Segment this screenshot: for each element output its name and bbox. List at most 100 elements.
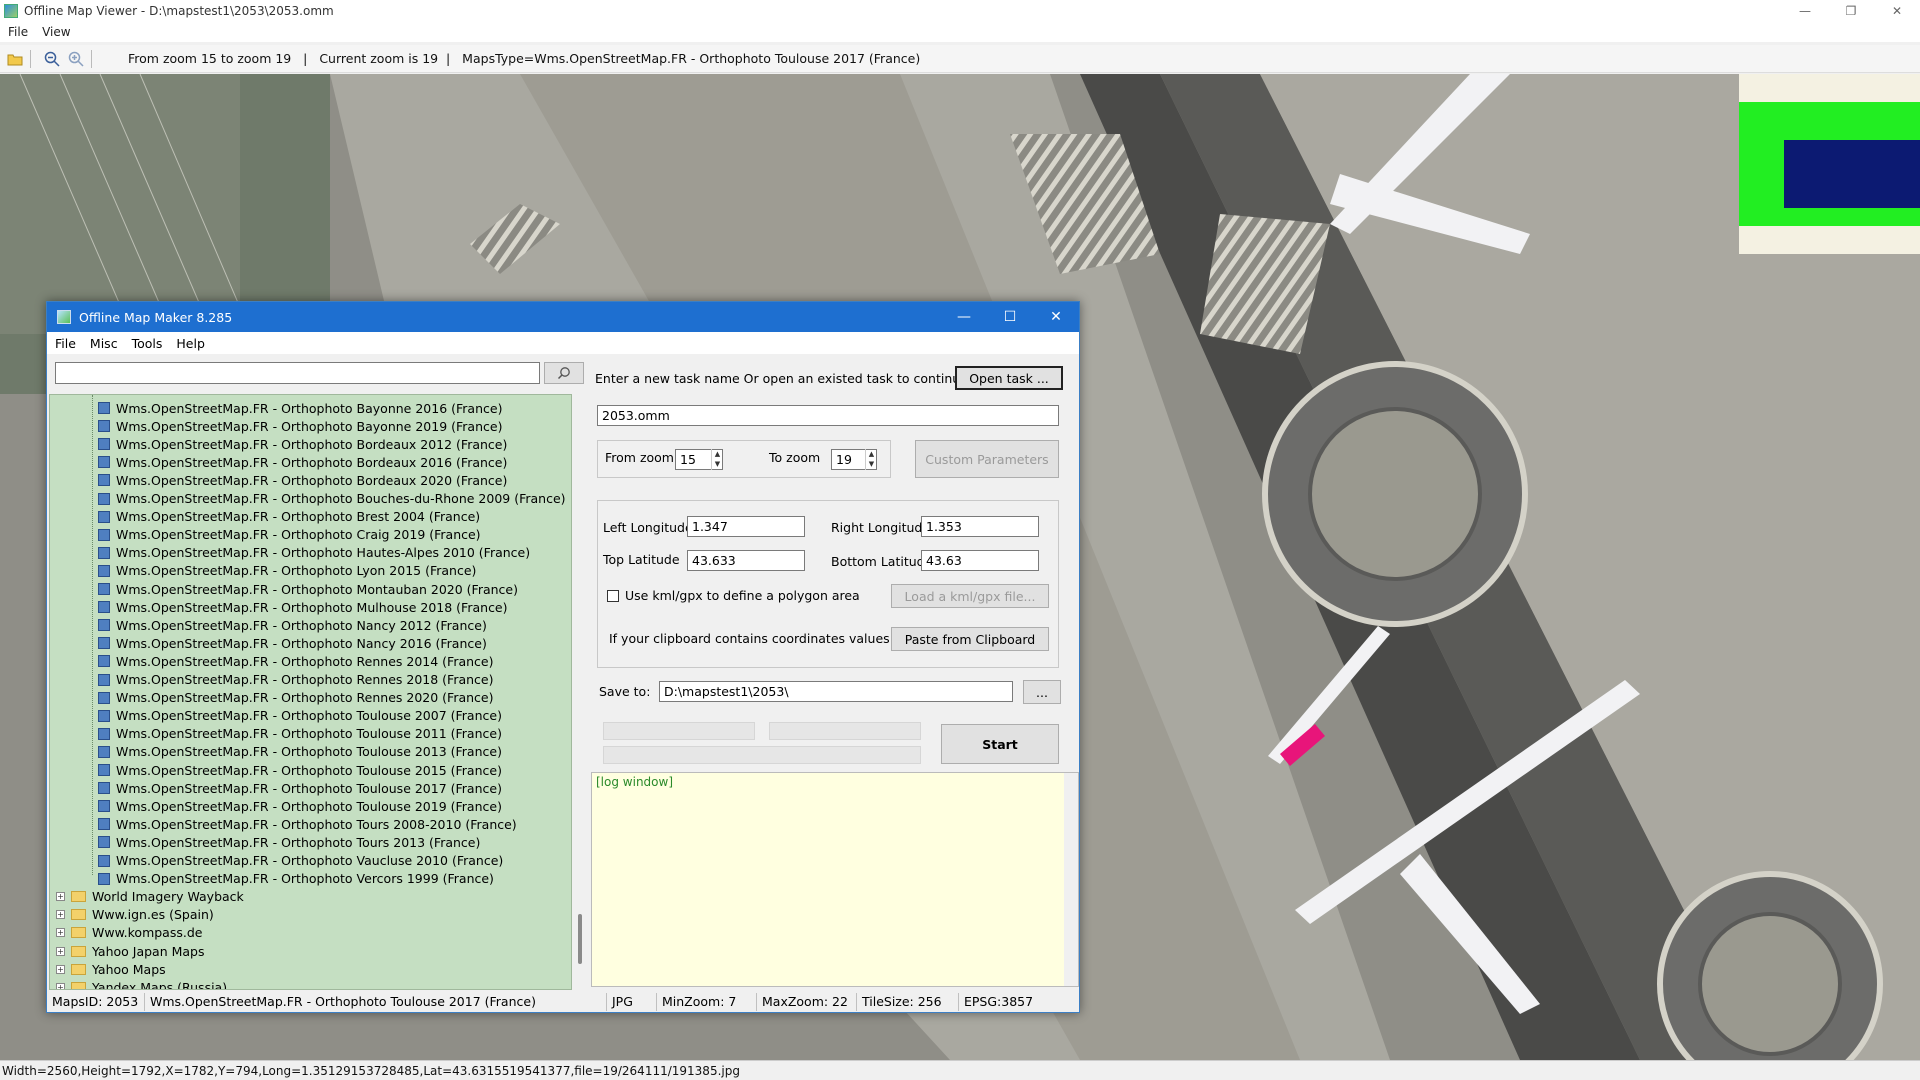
dialog-menu-help[interactable]: Help <box>176 336 205 351</box>
map-source-tree[interactable]: Wms.OpenStreetMap.FR - Orthophoto Bayonn… <box>49 394 572 990</box>
tree-item[interactable]: Wms.OpenStreetMap.FR - Orthophoto Nancy … <box>98 634 487 652</box>
left-longitude-label: Left Longitude <box>603 520 693 535</box>
dialog-app-icon <box>57 310 71 324</box>
minimize-button[interactable]: — <box>1782 0 1828 22</box>
maximize-button[interactable]: ❐ <box>1828 0 1874 22</box>
tree-scrollbar[interactable] <box>574 394 588 990</box>
map-layer-icon <box>98 601 110 614</box>
map-status-bar: Width=2560,Height=1792,X=1782,Y=794,Long… <box>0 1060 1920 1080</box>
save-to-label: Save to: <box>599 684 651 699</box>
tree-folder[interactable]: + Www.ign.es (Spain) <box>56 906 214 924</box>
tree-item[interactable]: Wms.OpenStreetMap.FR - Orthophoto Bordea… <box>98 435 507 453</box>
tree-item[interactable]: Wms.OpenStreetMap.FR - Orthophoto Toulou… <box>98 743 502 761</box>
menu-view[interactable]: View <box>42 25 70 39</box>
custom-parameters-button[interactable]: Custom Parameters <box>915 440 1059 478</box>
dialog-menubar: File Misc Tools Help <box>47 332 1079 354</box>
tree-item[interactable]: Wms.OpenStreetMap.FR - Orthophoto Vauclu… <box>98 852 503 870</box>
tree-item-label: Wms.OpenStreetMap.FR - Orthophoto Rennes… <box>116 672 494 687</box>
tree-item-label: Wms.OpenStreetMap.FR - Orthophoto Bayonn… <box>116 418 503 434</box>
bottom-latitude-field[interactable]: 43.63 <box>921 550 1039 571</box>
tree-item-label: Wms.OpenStreetMap.FR - Orthophoto Mulhou… <box>116 599 508 615</box>
open-folder-icon[interactable] <box>6 50 24 68</box>
tree-item[interactable]: Wms.OpenStreetMap.FR - Orthophoto Nancy … <box>98 616 487 634</box>
tree-folder-label: Www.ign.es (Spain) <box>92 907 214 923</box>
expand-icon[interactable]: + <box>56 910 65 920</box>
zoom-in-icon[interactable] <box>67 50 85 68</box>
from-zoom-spin-icon[interactable]: ▲ ▼ <box>711 449 723 470</box>
tree-item[interactable]: Wms.OpenStreetMap.FR - Orthophoto Rennes… <box>98 671 494 689</box>
to-zoom-spin-icon[interactable]: ▲ ▼ <box>865 449 877 470</box>
tree-item[interactable]: Wms.OpenStreetMap.FR - Orthophoto Lyon 2… <box>98 562 476 580</box>
expand-icon[interactable]: + <box>56 964 65 974</box>
tree-item[interactable]: Wms.OpenStreetMap.FR - Orthophoto Brest … <box>98 508 480 526</box>
tree-item[interactable]: Wms.OpenStreetMap.FR - Orthophoto Toulou… <box>98 707 502 725</box>
window-title: Offline Map Viewer - D:\mapstest1\2053\2… <box>24 4 334 18</box>
tree-item[interactable]: Wms.OpenStreetMap.FR - Orthophoto Bordea… <box>98 453 507 471</box>
tree-item[interactable]: Wms.OpenStreetMap.FR - Orthophoto Toulou… <box>98 761 502 779</box>
right-longitude-field[interactable]: 1.353 <box>921 516 1039 537</box>
map-search-input[interactable] <box>55 362 540 384</box>
tree-item[interactable]: Wms.OpenStreetMap.FR - Orthophoto Toulou… <box>98 779 502 797</box>
dialog-close-button[interactable]: ✕ <box>1033 302 1079 332</box>
tree-item[interactable]: Wms.OpenStreetMap.FR - Orthophoto Craig … <box>98 526 481 544</box>
folder-icon <box>71 963 86 975</box>
expand-icon[interactable]: + <box>56 892 65 902</box>
status-minzoom: MinZoom: 7 <box>657 993 757 1011</box>
tree-folder[interactable]: + Www.kompass.de <box>56 924 202 942</box>
open-task-button[interactable]: Open task ... <box>955 366 1063 390</box>
load-kml-button[interactable]: Load a kml/gpx file... <box>891 584 1049 608</box>
tree-item[interactable]: Wms.OpenStreetMap.FR - Orthophoto Toulou… <box>98 797 502 815</box>
dialog-maximize-button[interactable]: ☐ <box>987 302 1033 332</box>
dialog-menu-tools[interactable]: Tools <box>132 336 163 351</box>
tree-item[interactable]: Wms.OpenStreetMap.FR - Orthophoto Rennes… <box>98 652 494 670</box>
folder-icon <box>71 945 86 957</box>
paste-from-clipboard-button[interactable]: Paste from Clipboard <box>891 627 1049 651</box>
expand-icon[interactable]: + <box>56 946 65 956</box>
close-button[interactable]: ✕ <box>1874 0 1920 22</box>
tree-item[interactable]: Wms.OpenStreetMap.FR - Orthophoto Bayonn… <box>98 417 502 435</box>
browse-button[interactable]: ... <box>1023 680 1061 704</box>
tree-item[interactable]: Wms.OpenStreetMap.FR - Orthophoto Rennes… <box>98 689 494 707</box>
save-path-field[interactable]: D:\mapstest1\2053\ <box>659 681 1013 702</box>
log-window[interactable]: [log window] <box>591 772 1079 987</box>
window-titlebar: Offline Map Viewer - D:\mapstest1\2053\2… <box>0 0 1920 22</box>
search-button[interactable] <box>544 362 584 384</box>
tree-item[interactable]: Wms.OpenStreetMap.FR - Orthophoto Hautes… <box>98 544 530 562</box>
tree-item[interactable]: Wms.OpenStreetMap.FR - Orthophoto Bordea… <box>98 471 507 489</box>
kml-polygon-checkbox[interactable] <box>607 590 619 602</box>
tree-item[interactable]: Wms.OpenStreetMap.FR - Orthophoto Vercor… <box>98 870 494 888</box>
dialog-menu-misc[interactable]: Misc <box>90 336 118 351</box>
start-button[interactable]: Start <box>941 724 1059 764</box>
left-longitude-field[interactable]: 1.347 <box>687 516 805 537</box>
zoom-out-icon[interactable] <box>43 50 61 68</box>
top-latitude-field[interactable]: 43.633 <box>687 550 805 571</box>
map-layer-icon <box>98 420 110 433</box>
menu-file[interactable]: File <box>8 25 28 39</box>
dialog-minimize-button[interactable]: — <box>941 302 987 332</box>
tree-item[interactable]: Wms.OpenStreetMap.FR - Orthophoto Montau… <box>98 580 518 598</box>
task-panel: Enter a new task name Or open an existed… <box>591 354 1079 994</box>
tree-folder[interactable]: + Yandex Maps (Russia) <box>56 978 227 989</box>
tree-folder-label: Www.kompass.de <box>92 925 203 941</box>
tree-item[interactable]: Wms.OpenStreetMap.FR - Orthophoto Tours … <box>98 833 480 851</box>
task-name-field[interactable]: 2053.omm <box>597 405 1059 426</box>
tree-scroll-thumb[interactable] <box>578 914 582 964</box>
tree-item[interactable]: Wms.OpenStreetMap.FR - Orthophoto Bayonn… <box>98 399 502 417</box>
expand-icon[interactable]: + <box>56 982 65 989</box>
map-layer-icon <box>98 782 110 795</box>
dialog-menu-file[interactable]: File <box>55 336 76 351</box>
status-epsg: EPSG:3857 <box>964 994 1034 1009</box>
tree-folder[interactable]: + World Imagery Wayback <box>56 888 244 906</box>
tree-item-label: Wms.OpenStreetMap.FR - Orthophoto Toulou… <box>116 780 502 796</box>
minimap-viewport[interactable] <box>1784 140 1920 208</box>
log-scrollbar[interactable] <box>1064 773 1078 986</box>
tree-item[interactable]: Wms.OpenStreetMap.FR - Orthophoto Mulhou… <box>98 598 508 616</box>
minimap[interactable] <box>1739 74 1920 254</box>
tree-item[interactable]: Wms.OpenStreetMap.FR - Orthophoto Tours … <box>98 815 517 833</box>
tree-item[interactable]: Wms.OpenStreetMap.FR - Orthophoto Toulou… <box>98 725 502 743</box>
expand-icon[interactable]: + <box>56 928 65 938</box>
tree-folder[interactable]: + Yahoo Japan Maps <box>56 942 205 960</box>
tree-folder[interactable]: + Yahoo Maps <box>56 960 166 978</box>
tree-item[interactable]: Wms.OpenStreetMap.FR - Orthophoto Bouche… <box>98 490 566 508</box>
tree-item-label: Wms.OpenStreetMap.FR - Orthophoto Montau… <box>116 581 518 597</box>
